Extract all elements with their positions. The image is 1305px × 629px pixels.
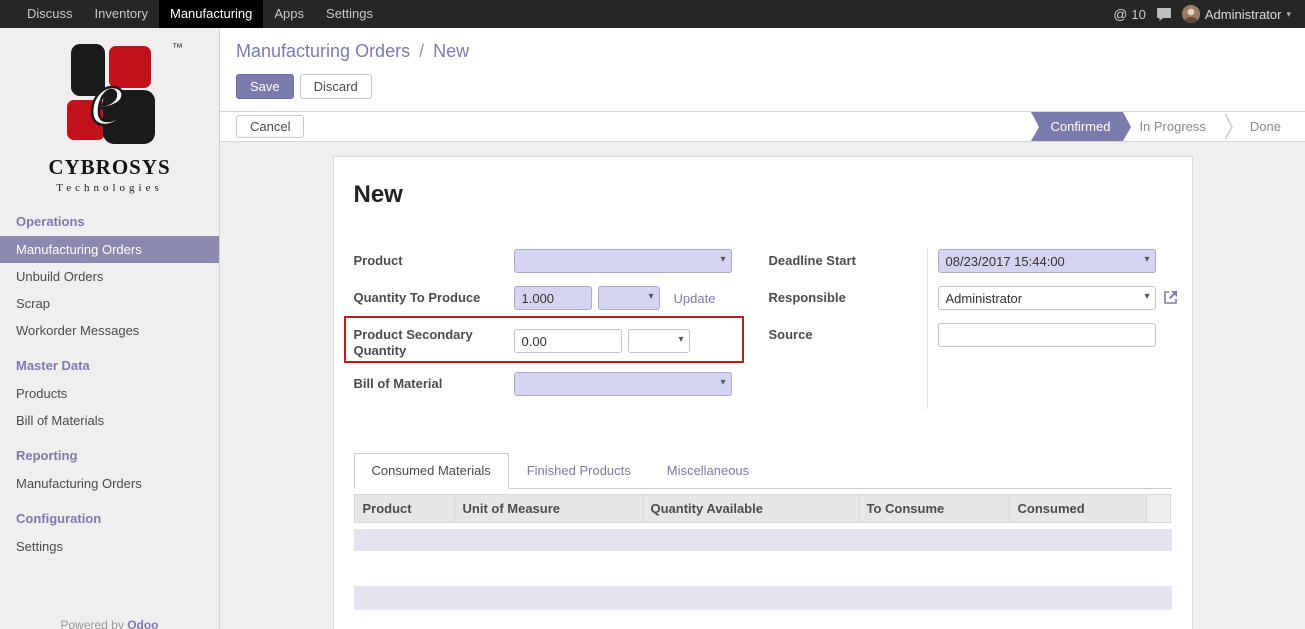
user-menu[interactable]: Administrator ▾ <box>1180 5 1293 23</box>
powered-by-text: Powered by <box>60 618 123 629</box>
menu-manufacturing[interactable]: Manufacturing <box>159 0 263 28</box>
product-dropdown: ▾ <box>514 249 732 273</box>
update-link[interactable]: Update <box>674 291 716 306</box>
messages-icon[interactable] <box>1156 6 1174 22</box>
tab-miscellaneous[interactable]: Miscellaneous <box>649 453 767 488</box>
quantity-uom-dropdown: ▾ <box>598 286 660 310</box>
status-pipeline: Confirmed In Progress Done <box>1031 112 1297 141</box>
top-navbar: Discuss Inventory Manufacturing Apps Set… <box>0 0 1305 28</box>
breadcrumb-separator: / <box>415 41 428 61</box>
brand-subtitle: Technologies <box>0 182 219 194</box>
status-chevron-icon <box>1222 112 1234 141</box>
tab-consumed-materials[interactable]: Consumed Materials <box>354 453 509 489</box>
secondary-quantity-input[interactable] <box>514 329 622 353</box>
bill-of-material-input[interactable] <box>514 372 732 396</box>
cancel-button[interactable]: Cancel <box>236 115 304 138</box>
status-in-progress[interactable]: In Progress <box>1123 112 1221 141</box>
menu-apps[interactable]: Apps <box>263 0 315 28</box>
user-name: Administrator <box>1205 7 1282 22</box>
section-configuration: Configuration <box>0 497 219 533</box>
deadline-start-input[interactable] <box>938 249 1156 273</box>
secondary-quantity-row: Product Secondary Quantity ▾ <box>354 323 769 359</box>
external-link-icon[interactable] <box>1162 289 1179 306</box>
column-header-extra <box>1147 494 1171 523</box>
chevron-down-icon: ▾ <box>1286 9 1291 20</box>
right-fields-group: ▾ ▾ <box>927 249 1179 409</box>
section-operations: Operations <box>0 200 219 236</box>
brand-name: CYBROSYS <box>0 155 219 180</box>
breadcrumb-parent-link[interactable]: Manufacturing Orders <box>236 41 410 61</box>
quantity-uom-input[interactable] <box>598 286 660 310</box>
sidebar-item-bill-of-materials[interactable]: Bill of Materials <box>0 407 219 434</box>
section-master-data: Master Data <box>0 344 219 380</box>
consumed-materials-table-header: Product Unit of Measure Quantity Availab… <box>354 494 1172 523</box>
form-statusbar: Cancel Confirmed In Progress Done <box>220 111 1305 142</box>
menu-settings[interactable]: Settings <box>315 0 384 28</box>
main-content: Manufacturing Orders / New Save Discard … <box>220 28 1305 629</box>
secondary-uom-dropdown: ▾ <box>628 329 690 353</box>
menu-discuss[interactable]: Discuss <box>16 0 84 28</box>
svg-text:e: e <box>89 54 124 141</box>
responsible-label: Responsible <box>769 286 927 323</box>
form-view-area: New Product ▾ <box>220 142 1305 629</box>
sidebar-item-reporting-manufacturing-orders[interactable]: Manufacturing Orders <box>0 470 219 497</box>
responsible-input[interactable] <box>938 286 1156 310</box>
form-sheet: New Product ▾ <box>333 156 1193 629</box>
section-reporting: Reporting <box>0 434 219 470</box>
sidebar: ™ e CYBROSYS Technologies Operations Man… <box>0 28 220 629</box>
column-header-quantity-available[interactable]: Quantity Available <box>643 494 859 523</box>
quantity-input[interactable] <box>514 286 592 310</box>
odoo-link[interactable]: Odoo <box>127 618 158 629</box>
deadline-start-dropdown: ▾ <box>938 249 1156 273</box>
column-header-product[interactable]: Product <box>354 494 455 523</box>
source-label: Source <box>769 323 927 360</box>
product-label: Product <box>354 249 514 273</box>
column-header-unit-of-measure[interactable]: Unit of Measure <box>455 494 643 523</box>
save-button[interactable]: Save <box>236 74 294 99</box>
column-header-consumed[interactable]: Consumed <box>1010 494 1147 523</box>
control-panel: Manufacturing Orders / New Save Discard <box>220 28 1305 111</box>
status-confirmed[interactable]: Confirmed <box>1031 112 1123 141</box>
notebook-tabs: Consumed Materials Finished Products Mis… <box>354 453 1172 489</box>
product-secondary-quantity-label: Product Secondary Quantity <box>354 323 514 359</box>
responsible-dropdown: ▾ <box>938 286 1156 310</box>
cybrosys-logo-icon: e <box>51 44 169 148</box>
powered-by: Powered by Odoo <box>0 618 219 629</box>
source-input[interactable] <box>938 323 1156 347</box>
systray: @ 10 Administrator ▾ <box>1109 0 1305 28</box>
product-input[interactable] <box>514 249 732 273</box>
status-done[interactable]: Done <box>1234 112 1297 141</box>
sidebar-item-settings[interactable]: Settings <box>0 533 219 560</box>
avatar <box>1182 5 1200 23</box>
breadcrumb: Manufacturing Orders / New <box>236 41 1305 62</box>
tab-finished-products[interactable]: Finished Products <box>509 453 649 488</box>
sidebar-item-workorder-messages[interactable]: Workorder Messages <box>0 317 219 344</box>
sidebar-item-unbuild-orders[interactable]: Unbuild Orders <box>0 263 219 290</box>
discard-button[interactable]: Discard <box>300 74 372 99</box>
column-header-to-consume[interactable]: To Consume <box>859 494 1010 523</box>
breadcrumb-current: New <box>433 41 469 61</box>
sidebar-item-products[interactable]: Products <box>0 380 219 407</box>
empty-row-stripe <box>354 529 1172 551</box>
mention-counter[interactable]: @ 10 <box>1109 6 1150 22</box>
mention-count: 10 <box>1131 7 1145 22</box>
quantity-to-produce-label: Quantity To Produce <box>354 286 514 310</box>
at-icon: @ <box>1113 6 1127 22</box>
bill-of-material-label: Bill of Material <box>354 372 514 396</box>
bill-of-material-dropdown: ▾ <box>514 372 732 396</box>
record-title: New <box>354 181 1172 209</box>
empty-row-stripe <box>354 586 1172 610</box>
company-logo: ™ e CYBROSYS Technologies <box>0 28 219 200</box>
form-left-column: Product ▾ Quantity To Produce <box>354 249 769 409</box>
secondary-uom-input[interactable] <box>628 329 690 353</box>
form-right-column: Deadline Start Responsible Source ▾ <box>769 249 1179 409</box>
main-menu: Discuss Inventory Manufacturing Apps Set… <box>0 0 384 28</box>
sidebar-item-manufacturing-orders[interactable]: Manufacturing Orders <box>0 236 219 263</box>
menu-inventory[interactable]: Inventory <box>84 0 159 28</box>
deadline-start-label: Deadline Start <box>769 249 927 286</box>
sidebar-item-scrap[interactable]: Scrap <box>0 290 219 317</box>
trademark-symbol: ™ <box>172 42 183 54</box>
